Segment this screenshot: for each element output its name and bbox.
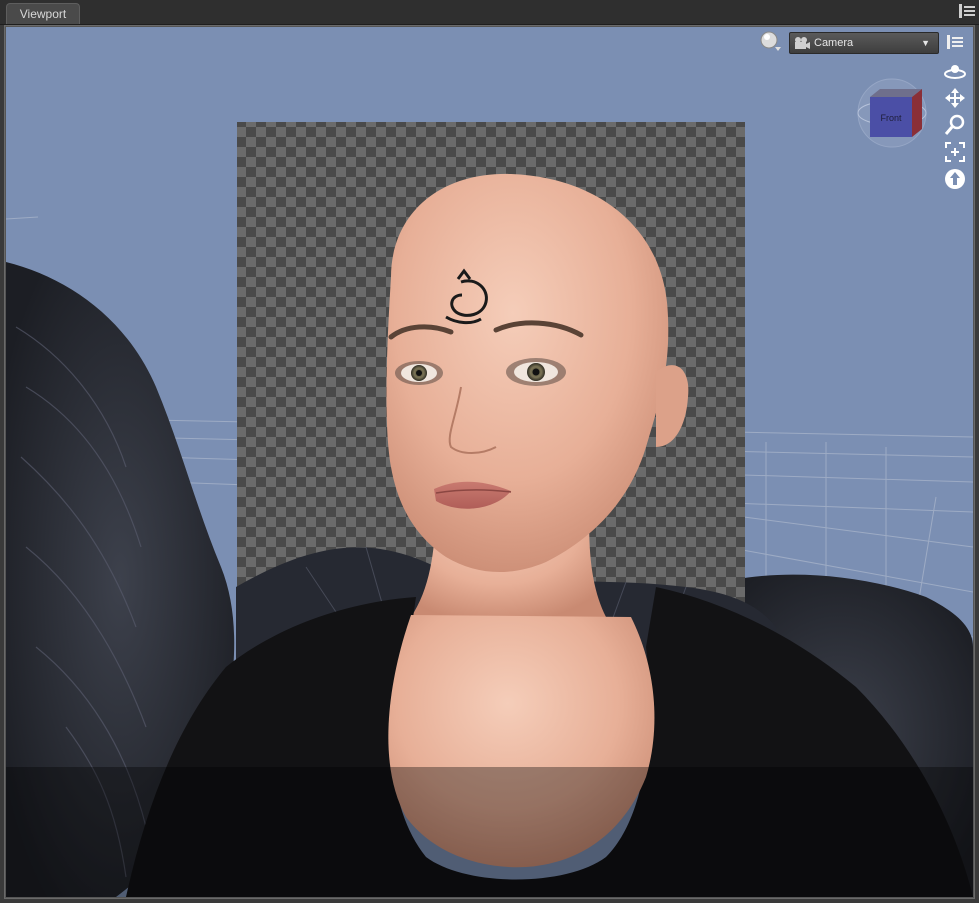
tab-viewport[interactable]: Viewport: [6, 3, 80, 24]
camera-dropdown[interactable]: Camera ▼: [789, 32, 939, 54]
view-cube-face-label: Front: [880, 113, 902, 123]
tab-bar: Viewport: [0, 0, 979, 25]
orbit-icon[interactable]: [944, 60, 966, 82]
camera-icon: [795, 37, 810, 49]
zoom-icon[interactable]: [944, 114, 966, 136]
chevron-down-icon: ▼: [921, 38, 930, 48]
frame-icon[interactable]: [944, 141, 966, 163]
camera-dropdown-value: Camera: [814, 37, 854, 49]
pan-icon[interactable]: [944, 87, 966, 109]
viewport-canvas[interactable]: Camera ▼ Front: [6, 27, 973, 897]
render-sphere-icon[interactable]: [760, 31, 782, 53]
viewport-menu-icon[interactable]: [947, 35, 963, 49]
reset-view-icon[interactable]: [944, 168, 966, 190]
scene-render: [6, 122, 973, 897]
view-cube[interactable]: Front: [856, 77, 928, 149]
pane-menu-icon[interactable]: [959, 4, 975, 18]
